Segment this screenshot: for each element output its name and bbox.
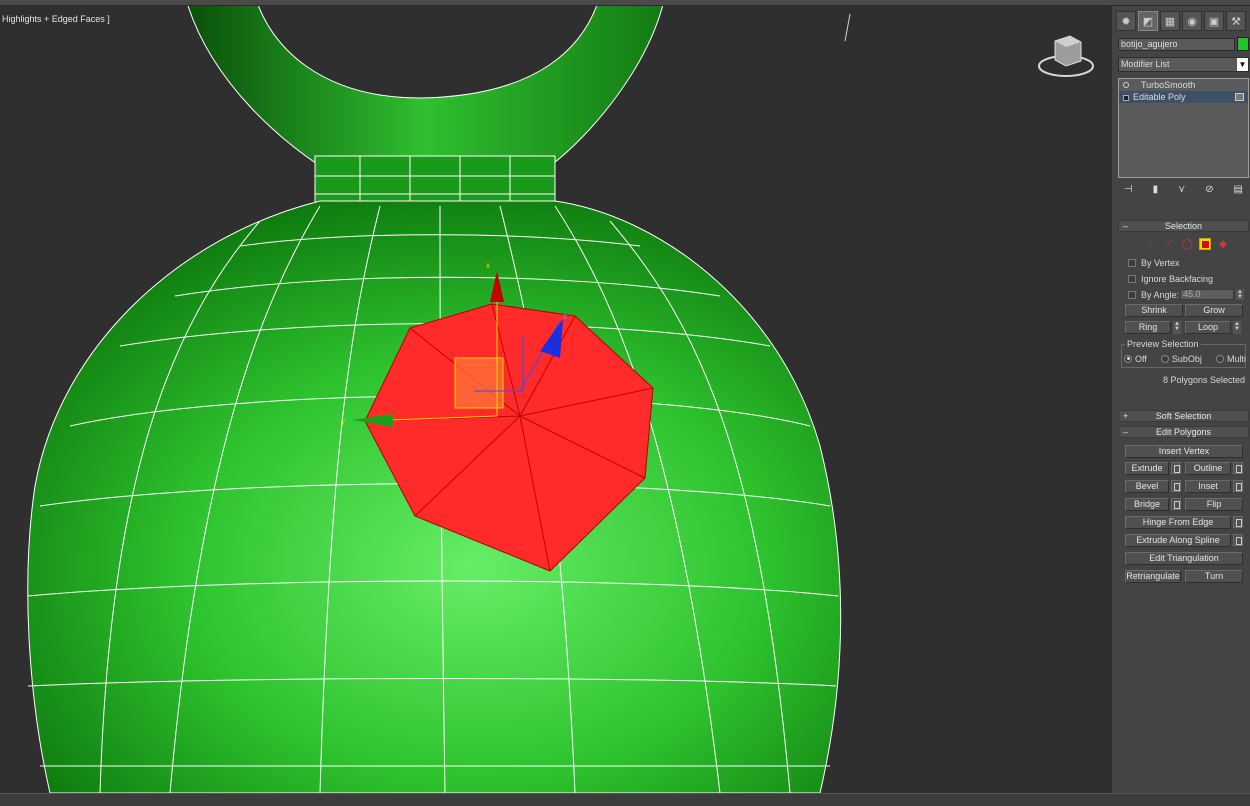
viewport-label[interactable]: Highlights + Edged Faces ] bbox=[2, 14, 110, 24]
gizmo-axis-label: x bbox=[486, 261, 490, 270]
bevel-settings-icon[interactable] bbox=[1171, 480, 1181, 492]
object-name-field[interactable]: botijo_agujero bbox=[1118, 38, 1235, 51]
status-bar bbox=[0, 793, 1250, 806]
by-angle-label: By Angle: bbox=[1141, 290, 1180, 300]
turn-button[interactable]: Turn bbox=[1185, 570, 1243, 583]
gizmo-axis-label: y bbox=[341, 417, 345, 426]
lightbulb-icon[interactable] bbox=[1123, 82, 1129, 88]
hinge-settings-icon[interactable] bbox=[1233, 516, 1243, 528]
border-icon[interactable]: ◯ bbox=[1181, 238, 1193, 250]
angle-spinner[interactable]: 45.0 bbox=[1180, 289, 1234, 300]
hierarchy-icon[interactable]: ▦ bbox=[1160, 11, 1180, 31]
viewport-scene: x y z bbox=[27, 6, 1094, 793]
insert-vertex-button[interactable]: Insert Vertex bbox=[1125, 445, 1243, 458]
shrink-button[interactable]: Shrink bbox=[1125, 304, 1183, 317]
perspective-viewport[interactable]: x y z Highlights + Edged Faces ] bbox=[0, 6, 1111, 793]
modify-icon[interactable]: ◩ bbox=[1138, 11, 1158, 31]
stack-item-turbosmooth[interactable]: TurboSmooth bbox=[1119, 79, 1248, 91]
extrude-spline-settings-icon[interactable] bbox=[1233, 534, 1243, 546]
stack-item-editable-poly[interactable]: Editable Poly bbox=[1119, 91, 1248, 103]
modifier-stack[interactable]: TurboSmooth Editable Poly bbox=[1118, 78, 1249, 178]
create-icon[interactable]: ✹ bbox=[1116, 11, 1136, 31]
vertex-icon[interactable]: ∴ bbox=[1145, 238, 1157, 250]
toggle-icon[interactable] bbox=[1235, 93, 1244, 101]
bevel-button[interactable]: Bevel bbox=[1125, 480, 1169, 493]
radio-icon bbox=[1160, 354, 1169, 363]
radio-icon bbox=[1124, 354, 1132, 363]
inset-settings-icon[interactable] bbox=[1233, 480, 1243, 492]
configure-sets-icon[interactable]: ▤ bbox=[1234, 184, 1243, 198]
soft-selection-rollout-header[interactable]: + Soft Selection bbox=[1118, 410, 1249, 422]
by-angle-option[interactable]: By Angle: bbox=[1128, 289, 1179, 301]
loop-spinner-icon[interactable]: ▲ ▼ bbox=[1233, 321, 1241, 334]
modifier-list-label: Modifier List bbox=[1121, 59, 1170, 69]
preview-multi-label: Multi bbox=[1226, 353, 1246, 364]
outline-settings-icon[interactable] bbox=[1233, 462, 1243, 474]
motion-icon[interactable]: ◉ bbox=[1182, 11, 1202, 31]
expand-icon: + bbox=[1123, 411, 1129, 421]
expand-icon[interactable] bbox=[1123, 95, 1129, 101]
polygon-icon[interactable] bbox=[1199, 238, 1211, 250]
command-panel: ✹ ◩ ▦ ◉ ▣ ⚒ botijo_agujero Modifier List… bbox=[1111, 6, 1250, 793]
subobject-level-selector: ∴ ⟋ ◯ ◆ bbox=[1132, 236, 1242, 252]
handle-mesh bbox=[187, 6, 663, 167]
preview-subobj-label: SubObj bbox=[1171, 353, 1202, 364]
command-panel-tabs: ✹ ◩ ▦ ◉ ▣ ⚒ bbox=[1116, 10, 1248, 32]
checkbox[interactable] bbox=[1128, 259, 1136, 267]
by-vertex-option[interactable]: By Vertex bbox=[1128, 257, 1180, 269]
bridge-settings-icon[interactable] bbox=[1171, 498, 1181, 510]
stack-item-label: TurboSmooth bbox=[1141, 80, 1196, 90]
ignore-backfacing-label: Ignore Backfacing bbox=[1141, 274, 1214, 284]
selection-status: 8 Polygons Selected bbox=[1162, 375, 1245, 385]
edit-polygons-rollout-header[interactable]: – Edit Polygons bbox=[1118, 426, 1249, 438]
object-color-swatch[interactable] bbox=[1237, 37, 1249, 51]
rollout-title: Edit Polygons bbox=[1155, 427, 1212, 437]
pin-stack-icon[interactable]: ⊣ bbox=[1124, 184, 1133, 198]
utilities-icon[interactable]: ⚒ bbox=[1226, 11, 1246, 31]
rollout-title: Selection bbox=[1164, 221, 1203, 231]
modifier-list-dropdown[interactable]: Modifier List ▼ bbox=[1118, 57, 1249, 72]
preview-off-radio[interactable]: Off bbox=[1124, 354, 1147, 364]
flip-button[interactable]: Flip bbox=[1185, 498, 1243, 511]
by-vertex-label: By Vertex bbox=[1141, 258, 1180, 268]
selection-rollout-header[interactable]: – Selection bbox=[1118, 220, 1249, 232]
loop-button[interactable]: Loop bbox=[1185, 321, 1231, 334]
remove-modifier-icon[interactable]: ⊘ bbox=[1205, 184, 1213, 198]
hinge-from-edge-button[interactable]: Hinge From Edge bbox=[1125, 516, 1231, 529]
collapse-icon: – bbox=[1123, 221, 1129, 231]
rollout-title: Soft Selection bbox=[1155, 411, 1212, 421]
make-unique-icon[interactable]: ⋎ bbox=[1178, 184, 1185, 198]
ignore-backfacing-option[interactable]: Ignore Backfacing bbox=[1128, 273, 1213, 285]
bridge-button[interactable]: Bridge bbox=[1125, 498, 1169, 511]
collapse-icon: – bbox=[1123, 427, 1129, 437]
edit-triangulation-button[interactable]: Edit Triangulation bbox=[1125, 552, 1243, 565]
retriangulate-button[interactable]: Retriangulate bbox=[1125, 570, 1181, 583]
edge-icon[interactable]: ⟋ bbox=[1163, 238, 1175, 250]
ring-button[interactable]: Ring bbox=[1125, 321, 1171, 334]
spinner-arrows-icon[interactable]: ▲ ▼ bbox=[1236, 289, 1244, 300]
extrude-along-spline-button[interactable]: Extrude Along Spline bbox=[1125, 534, 1231, 547]
preview-multi-radio[interactable]: Multi bbox=[1215, 353, 1246, 364]
gizmo-axis-label: z bbox=[563, 312, 567, 321]
checkbox[interactable] bbox=[1128, 275, 1136, 283]
extrude-button[interactable]: Extrude bbox=[1125, 462, 1169, 475]
ring-spinner-icon[interactable]: ▲ ▼ bbox=[1173, 321, 1181, 334]
viewcube-icon bbox=[1038, 35, 1094, 77]
inset-button[interactable]: Inset bbox=[1185, 480, 1231, 493]
preview-off-label: Off bbox=[1135, 353, 1147, 364]
element-icon[interactable]: ◆ bbox=[1217, 238, 1229, 250]
chevron-down-icon: ▼ bbox=[1237, 58, 1248, 71]
grow-button[interactable]: Grow bbox=[1185, 304, 1243, 317]
show-end-result-icon[interactable]: ▮ bbox=[1153, 184, 1159, 198]
preview-selection-options: Off SubObj Multi bbox=[1124, 353, 1246, 364]
display-icon[interactable]: ▣ bbox=[1204, 11, 1224, 31]
stack-tools: ⊣ ▮ ⋎ ⊘ ▤ bbox=[1118, 184, 1249, 198]
outline-button[interactable]: Outline bbox=[1185, 462, 1231, 475]
radio-icon bbox=[1215, 354, 1224, 363]
extrude-settings-icon[interactable] bbox=[1171, 462, 1181, 474]
preview-selection-label: Preview Selection bbox=[1125, 339, 1201, 349]
checkbox[interactable] bbox=[1128, 291, 1136, 299]
stack-item-label: Editable Poly bbox=[1133, 92, 1186, 102]
preview-subobj-radio[interactable]: SubObj bbox=[1160, 353, 1202, 364]
